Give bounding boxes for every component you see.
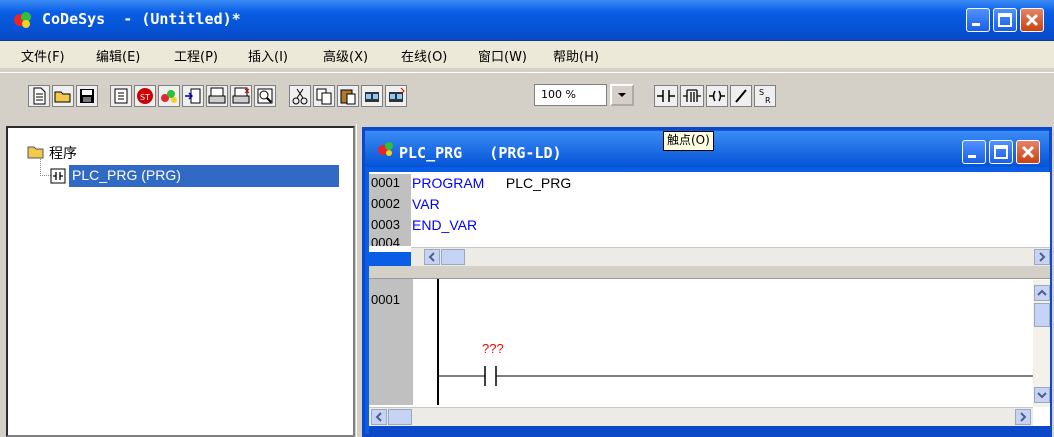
save-icon[interactable] xyxy=(76,85,98,107)
scroll-left-icon[interactable] xyxy=(371,409,387,425)
scroll-right-icon[interactable] xyxy=(1034,249,1050,265)
contact-variable-label[interactable]: ??? xyxy=(482,341,504,356)
open-folder-icon xyxy=(27,145,45,159)
build-icon[interactable] xyxy=(110,85,132,107)
scroll-left-icon[interactable] xyxy=(424,249,440,265)
tooltip: 触点(O) xyxy=(663,131,714,151)
find-next-icon[interactable] xyxy=(385,85,407,107)
minimize-button[interactable] xyxy=(966,8,990,32)
maximize-button[interactable] xyxy=(993,8,1017,32)
editor-minimize-button[interactable] xyxy=(962,140,986,164)
ladder-hscrollbar[interactable] xyxy=(369,407,1033,427)
scroll-right-icon[interactable] xyxy=(1015,409,1031,425)
line-number: 0002 xyxy=(371,196,400,211)
ld-pou-icon xyxy=(50,168,66,184)
code-keyword: VAR xyxy=(412,196,440,212)
app-title: CoDeSys - (Untitled)* xyxy=(42,10,241,28)
scroll-up-icon[interactable] xyxy=(1034,285,1050,301)
menu-file[interactable]: 文件(F) xyxy=(21,46,65,65)
code-identifier: PLC_PRG xyxy=(502,175,572,191)
pou-icon xyxy=(376,140,396,158)
line-number: 0003 xyxy=(371,217,400,232)
vscroll-thumb[interactable] xyxy=(1034,303,1050,327)
menu-help[interactable]: 帮助(H) xyxy=(553,46,599,65)
step-icon[interactable] xyxy=(182,85,204,107)
svg-text:S: S xyxy=(759,88,764,97)
cut-icon[interactable] xyxy=(289,85,311,107)
scroll-down-icon[interactable] xyxy=(1034,387,1050,403)
menu-bar xyxy=(0,41,1054,68)
zoom-dropdown-icon[interactable] xyxy=(610,84,634,106)
watch-icon[interactable] xyxy=(254,85,276,107)
editor-bottom-border xyxy=(369,426,1050,434)
decl-hscrollbar[interactable] xyxy=(411,247,1050,267)
editor-splitter[interactable] xyxy=(369,266,1050,278)
find-icon[interactable] xyxy=(361,85,383,107)
editor-title: PLC_PRG (PRG-LD) xyxy=(399,144,562,162)
code-keyword: END_VAR xyxy=(412,217,478,233)
app-icon xyxy=(12,11,34,29)
network-number: 0001 xyxy=(371,292,400,307)
tree-item-label: PLC_PRG (PRG) xyxy=(72,167,181,183)
zoom-select[interactable]: 100 % xyxy=(534,84,607,106)
code-keyword: PROGRAM xyxy=(412,175,485,191)
negate-icon[interactable] xyxy=(730,85,752,107)
coil-icon[interactable] xyxy=(706,85,728,107)
menu-online[interactable]: 在线(O) xyxy=(401,46,447,65)
parallel-contact-icon[interactable] xyxy=(680,85,704,107)
line-number: 0001 xyxy=(371,175,400,190)
svg-text:ST: ST xyxy=(140,93,150,102)
print-icon[interactable] xyxy=(206,85,228,107)
contact-icon[interactable] xyxy=(654,85,678,107)
editor-maximize-button[interactable] xyxy=(989,140,1013,164)
menu-window[interactable]: 窗口(W) xyxy=(478,46,527,65)
menu-edit[interactable]: 编辑(E) xyxy=(96,46,140,65)
run-icon[interactable] xyxy=(158,85,180,107)
set-reset-icon[interactable]: SR xyxy=(754,85,776,107)
menu-insert[interactable]: 插入(I) xyxy=(248,46,288,65)
close-button[interactable] xyxy=(1020,8,1044,32)
ladder-network xyxy=(437,279,1033,405)
paste-icon[interactable] xyxy=(337,85,359,107)
scroll-thumb[interactable] xyxy=(441,249,465,265)
new-file-icon[interactable] xyxy=(28,85,50,107)
copy-icon[interactable] xyxy=(313,85,335,107)
svg-text:R: R xyxy=(765,96,771,105)
editor-close-button[interactable] xyxy=(1016,140,1040,164)
open-folder-icon[interactable] xyxy=(52,85,74,107)
print-setup-icon[interactable] xyxy=(230,85,252,107)
menu-project[interactable]: 工程(P) xyxy=(174,46,218,65)
line-number-partial: 0004 xyxy=(371,238,400,246)
menu-extras[interactable]: 高级(X) xyxy=(323,46,368,65)
scroll-thumb[interactable] xyxy=(388,409,412,425)
stop-icon[interactable]: ST xyxy=(134,85,156,107)
